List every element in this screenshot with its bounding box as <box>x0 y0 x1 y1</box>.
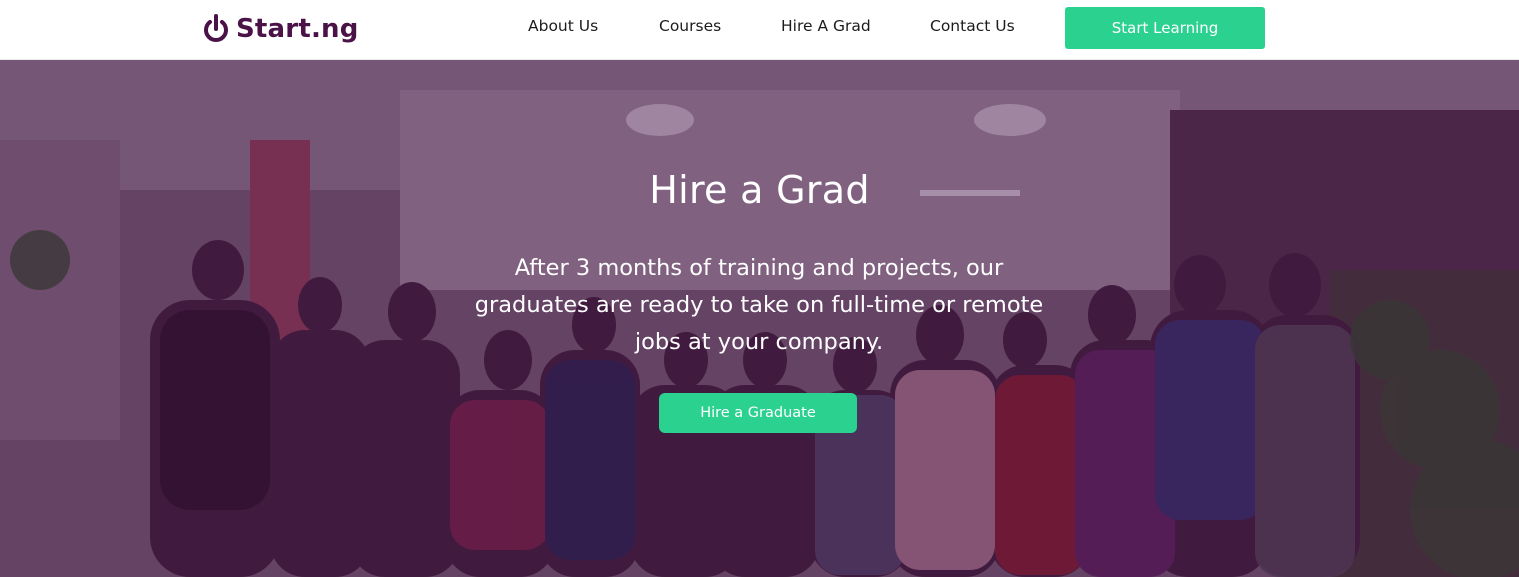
hero-description: After 3 months of training and projects,… <box>474 255 1044 355</box>
brand-logo[interactable]: Start.ng <box>202 9 359 49</box>
nav-link-hire-a-grad[interactable]: Hire A Grad <box>781 17 871 35</box>
brand-name: Start.ng <box>236 14 359 44</box>
hero-section: Hire a Grad After 3 months of training a… <box>0 60 1519 577</box>
power-icon <box>204 14 228 42</box>
start-learning-button[interactable]: Start Learning <box>1065 7 1265 49</box>
hero-title: Hire a Grad <box>649 168 870 212</box>
nav-link-courses[interactable]: Courses <box>659 17 721 35</box>
nav-link-about-us[interactable]: About Us <box>528 17 598 35</box>
top-navbar: Start.ng About Us Courses Hire A Grad Co… <box>0 0 1519 60</box>
nav-link-contact-us[interactable]: Contact Us <box>930 17 1015 35</box>
hire-a-graduate-button[interactable]: Hire a Graduate <box>659 393 857 433</box>
